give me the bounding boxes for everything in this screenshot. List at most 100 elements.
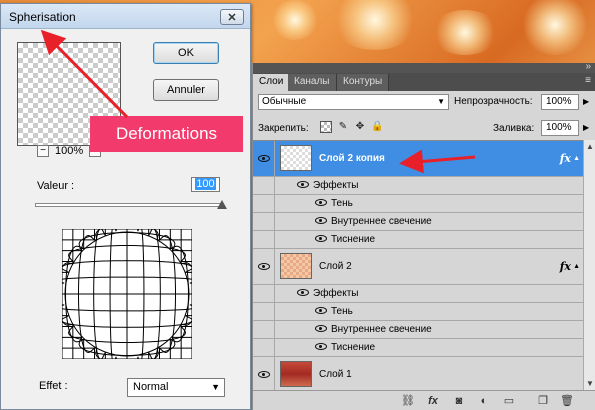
opacity-label: Непрозрачность: bbox=[454, 96, 533, 107]
folder-icon[interactable]: ▭ bbox=[502, 394, 516, 408]
fill-value: 100% bbox=[546, 122, 572, 133]
link-icon[interactable]: ⛓ bbox=[401, 394, 415, 408]
zoom-out-button[interactable]: − bbox=[37, 145, 49, 157]
eye-icon bbox=[257, 155, 270, 162]
eye-column bbox=[253, 177, 275, 194]
collapse-icon[interactable]: » bbox=[585, 61, 590, 72]
layers-list: Слой 2 копия fx ▲ Эффекты Тень Внутреннее све… bbox=[253, 140, 583, 393]
close-button[interactable]: ✕ bbox=[220, 9, 244, 25]
layers-panel: » Слои Каналы Контуры ≡ Обычные ▼ Непроз… bbox=[252, 61, 595, 410]
effet-label: Effet : bbox=[39, 380, 68, 392]
eye-icon[interactable] bbox=[315, 343, 327, 350]
expand-arrow-icon[interactable]: ▲ bbox=[573, 263, 580, 270]
eye-icon[interactable] bbox=[315, 199, 327, 206]
layer-name: Слой 1 bbox=[319, 369, 352, 380]
effects-group-row[interactable]: Эффекты bbox=[253, 285, 583, 303]
opacity-value: 100% bbox=[546, 96, 572, 107]
effect-row[interactable]: Тиснение bbox=[253, 231, 583, 249]
zoom-level: 100% bbox=[55, 145, 84, 157]
panel-menu-icon[interactable]: ≡ bbox=[585, 75, 591, 86]
trash-icon[interactable]: 🗑 bbox=[560, 394, 574, 408]
eye-column bbox=[253, 195, 275, 212]
close-icon: ✕ bbox=[227, 11, 237, 24]
tab-paths[interactable]: Контуры bbox=[337, 74, 390, 91]
eye-icon[interactable] bbox=[315, 325, 327, 332]
eye-icon[interactable] bbox=[297, 181, 309, 188]
layer-row[interactable]: Слой 1 bbox=[253, 357, 583, 393]
cancel-button[interactable]: Annuler bbox=[153, 79, 219, 101]
fx-icon[interactable]: fx bbox=[560, 152, 571, 165]
lock-move-icon[interactable]: ✥ bbox=[354, 121, 366, 133]
ok-button[interactable]: OK bbox=[153, 42, 219, 64]
adjustment-icon[interactable]: ◐ bbox=[477, 394, 491, 408]
panel-tabs: Слои Каналы Контуры ≡ bbox=[253, 73, 595, 91]
highlight-glint bbox=[330, 0, 420, 50]
fill-label: Заливка: bbox=[493, 123, 535, 134]
fx-icon[interactable]: fx bbox=[560, 260, 571, 273]
panel-grip[interactable]: » bbox=[253, 61, 595, 73]
eye-column bbox=[253, 339, 275, 356]
blend-mode-select[interactable]: Обычные ▼ bbox=[258, 94, 449, 110]
tab-channels[interactable]: Каналы bbox=[288, 74, 337, 91]
layer-name: Слой 2 bbox=[319, 261, 352, 272]
highlight-glint bbox=[430, 10, 500, 55]
effect-label: Тиснение bbox=[331, 234, 376, 245]
effect-row[interactable]: Внутреннее свечение bbox=[253, 213, 583, 231]
effect-label: Эффекты bbox=[313, 180, 359, 191]
highlight-glint bbox=[270, 0, 320, 40]
layer-thumbnail[interactable] bbox=[280, 145, 312, 171]
effect-row[interactable]: Тиснение bbox=[253, 339, 583, 357]
dialog-title: Spherisation bbox=[9, 10, 76, 24]
eye-icon[interactable] bbox=[315, 217, 327, 224]
lock-label: Закрепить: bbox=[258, 123, 309, 134]
eye-icon bbox=[257, 263, 270, 270]
fill-arrow-icon[interactable]: ▶ bbox=[583, 123, 589, 132]
valeur-input[interactable]: 100 bbox=[191, 177, 220, 192]
fx-icon[interactable]: fx bbox=[426, 394, 440, 408]
lock-all-icon[interactable]: 🔒 bbox=[371, 121, 383, 133]
effet-value: Normal bbox=[133, 381, 169, 393]
eye-column bbox=[253, 303, 275, 320]
fill-input[interactable]: 100% bbox=[541, 120, 579, 136]
visibility-toggle[interactable] bbox=[253, 141, 275, 176]
lock-brush-icon[interactable]: ✎ bbox=[337, 121, 349, 133]
visibility-toggle[interactable] bbox=[253, 357, 275, 392]
spherisation-dialog: Spherisation ✕ OK Annuler − 100% + Valeu… bbox=[0, 3, 251, 410]
scroll-down-icon[interactable]: ▼ bbox=[586, 379, 594, 388]
scroll-up-icon[interactable]: ▲ bbox=[586, 142, 594, 151]
layers-scrollbar[interactable]: ▲ ▼ bbox=[583, 140, 595, 390]
chevron-down-icon: ▼ bbox=[437, 97, 445, 106]
layer-thumbnail[interactable] bbox=[280, 361, 312, 387]
expand-arrow-icon[interactable]: ▲ bbox=[573, 155, 580, 162]
eye-icon[interactable] bbox=[297, 289, 309, 296]
effect-row[interactable]: Внутреннее свечение bbox=[253, 321, 583, 339]
eye-column bbox=[253, 285, 275, 302]
mask-icon[interactable]: ◙ bbox=[452, 394, 466, 408]
eye-column bbox=[253, 213, 275, 230]
valeur-slider[interactable] bbox=[35, 203, 223, 207]
opacity-arrow-icon[interactable]: ▶ bbox=[583, 97, 589, 106]
eye-icon[interactable] bbox=[315, 235, 327, 242]
layer-row[interactable]: Слой 2 копия fx ▲ bbox=[253, 141, 583, 177]
valeur-slider-thumb[interactable] bbox=[217, 200, 227, 209]
opacity-input[interactable]: 100% bbox=[541, 94, 579, 110]
dialog-titlebar[interactable]: Spherisation ✕ bbox=[1, 4, 250, 29]
chevron-down-icon: ▼ bbox=[211, 382, 220, 392]
eye-column bbox=[253, 321, 275, 338]
layer-row[interactable]: Слой 2 fx ▲ bbox=[253, 249, 583, 285]
eye-icon bbox=[257, 371, 270, 378]
lock-transparent-icon[interactable] bbox=[320, 121, 332, 133]
eye-icon[interactable] bbox=[315, 307, 327, 314]
effect-row[interactable]: Тень bbox=[253, 303, 583, 321]
effects-group-row[interactable]: Эффекты bbox=[253, 177, 583, 195]
effect-row[interactable]: Тень bbox=[253, 195, 583, 213]
layer-name: Слой 2 копия bbox=[319, 153, 385, 164]
effect-label: Внутреннее свечение bbox=[331, 324, 432, 335]
effect-label: Тиснение bbox=[331, 342, 376, 353]
effect-label: Эффекты bbox=[313, 288, 359, 299]
visibility-toggle[interactable] bbox=[253, 249, 275, 284]
layer-thumbnail[interactable] bbox=[280, 253, 312, 279]
new-layer-icon[interactable]: ❐ bbox=[536, 394, 550, 408]
tab-layers[interactable]: Слои bbox=[253, 74, 291, 91]
effet-select[interactable]: Normal ▼ bbox=[127, 378, 225, 397]
